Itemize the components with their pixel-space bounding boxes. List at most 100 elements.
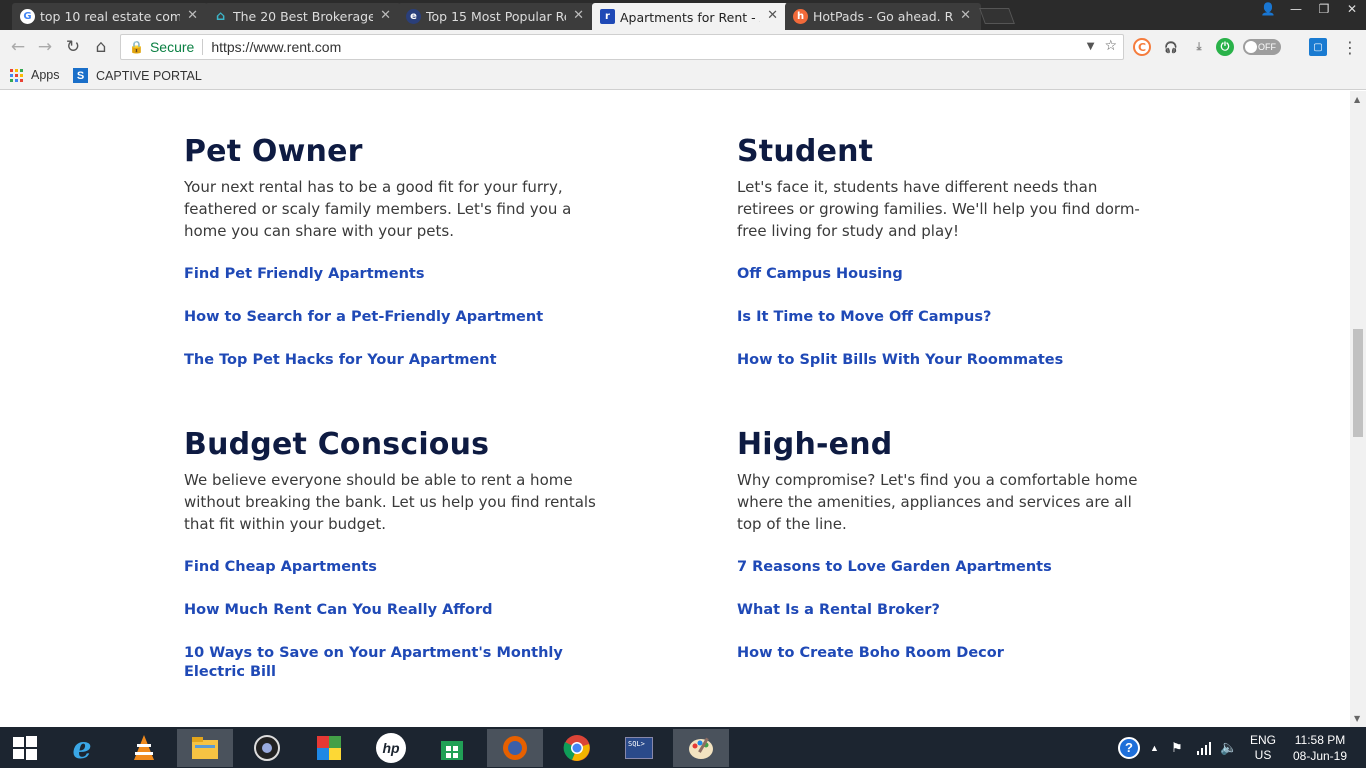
captive-portal-icon: S xyxy=(73,68,88,83)
section-description: We believe everyone should be able to re… xyxy=(184,471,596,533)
omnibox-actions: ▼ ☆ xyxy=(1087,38,1117,54)
minimize-button[interactable]: — xyxy=(1282,0,1310,18)
scroll-up-arrow-icon[interactable]: ▲ xyxy=(1354,95,1360,104)
reload-icon[interactable]: ↻ xyxy=(63,37,83,57)
tab-title: The 20 Best Brokerage ar xyxy=(233,9,373,24)
forward-arrow-icon[interactable]: → xyxy=(35,37,55,57)
profile-icon[interactable]: 👤 xyxy=(1254,0,1282,18)
vertical-scrollbar[interactable]: ▲ ▼ xyxy=(1350,91,1366,727)
link-search-pet-friendly[interactable]: How to Search for a Pet-Friendly Apartme… xyxy=(184,308,604,327)
section-title: Pet Owner xyxy=(184,134,363,169)
network-signal-icon[interactable] xyxy=(1196,727,1212,768)
tab-strip: G top 10 real estate compa ✕ ⌂ The 20 Be… xyxy=(0,0,1366,31)
off-toggle[interactable]: OFF xyxy=(1243,39,1281,55)
sql-terminal-icon[interactable]: SQL> xyxy=(611,729,667,767)
headphones-icon[interactable]: 🎧 xyxy=(1162,38,1180,56)
link-garden-apartments[interactable]: 7 Reasons to Love Garden Apartments xyxy=(737,558,1157,577)
bookmark-star-icon[interactable]: ☆ xyxy=(1104,38,1117,54)
extension-c-icon[interactable]: C xyxy=(1133,38,1151,56)
lock-icon: 🔒 xyxy=(129,40,144,54)
new-tab-button[interactable] xyxy=(979,8,1015,24)
link-boho-decor[interactable]: How to Create Boho Room Decor xyxy=(737,644,1157,663)
rent-r-icon: r xyxy=(600,9,615,24)
close-tab-icon[interactable]: ✕ xyxy=(573,8,584,23)
bookmarks-bar: Apps S CAPTIVE PORTAL xyxy=(0,64,1366,90)
tab-rent-active[interactable]: r Apartments for Rent - Ap ✕ xyxy=(592,3,788,31)
e-shield-icon: e xyxy=(406,9,421,24)
link-find-pet-friendly[interactable]: Find Pet Friendly Apartments xyxy=(184,265,604,284)
section-title: Student xyxy=(737,134,874,169)
link-save-electric[interactable]: 10 Ways to Save on Your Apartment's Mont… xyxy=(184,644,604,682)
tab-title: HotPads - Go ahead. Ren xyxy=(813,9,953,24)
link-rent-afford[interactable]: How Much Rent Can You Really Afford xyxy=(184,601,604,620)
tab-hotpads[interactable]: h HotPads - Go ahead. Ren ✕ xyxy=(785,3,981,30)
home-icon[interactable]: ⌂ xyxy=(91,37,111,57)
bookmark-captive-portal[interactable]: S CAPTIVE PORTAL xyxy=(73,68,202,83)
volume-icon[interactable]: 🔈 xyxy=(1220,727,1237,768)
section-high-end: High-end Why compromise? Let's find you … xyxy=(737,427,1177,663)
secure-label: Secure xyxy=(149,39,195,55)
clock[interactable]: 11:58 PM 08-Jun-19 xyxy=(1288,727,1352,768)
hp-icon[interactable]: hp xyxy=(363,729,419,767)
url-text[interactable]: https://www.rent.com xyxy=(211,39,341,55)
close-tab-icon[interactable]: ✕ xyxy=(187,8,198,23)
menu-kebab-icon[interactable]: ⋮ xyxy=(1340,37,1360,57)
omnibox-divider xyxy=(202,39,204,55)
google-icon: G xyxy=(20,9,35,24)
close-window-button[interactable]: ✕ xyxy=(1338,0,1366,18)
webcam-app-icon[interactable] xyxy=(239,729,295,767)
hotpads-icon: h xyxy=(793,9,808,24)
link-move-off-campus[interactable]: Is It Time to Move Off Campus? xyxy=(737,308,1157,327)
bookmark-apps[interactable]: Apps xyxy=(10,68,60,82)
close-tab-icon[interactable]: ✕ xyxy=(767,8,778,23)
language-indicator[interactable]: ENG US xyxy=(1250,727,1276,768)
address-bar[interactable]: 🔒 Secure https://www.rent.com ▼ ☆ xyxy=(120,34,1124,60)
section-pet-owner: Pet Owner Your next rental has to be a g… xyxy=(184,134,624,370)
tab-title: Apartments for Rent - Ap xyxy=(620,9,760,25)
tab-title: top 10 real estate compa xyxy=(40,9,180,24)
toggle-label: OFF xyxy=(1258,42,1276,52)
file-explorer-icon[interactable] xyxy=(177,729,233,767)
chrome-icon[interactable] xyxy=(549,729,605,767)
section-description: Your next rental has to be a good fit fo… xyxy=(184,178,572,240)
windows-start-icon[interactable] xyxy=(0,729,50,767)
firefox-icon[interactable] xyxy=(487,729,543,767)
internet-explorer-icon[interactable]: e xyxy=(54,729,110,767)
tab-popular[interactable]: e Top 15 Most Popular Rea ✕ xyxy=(398,3,594,30)
flag-icon[interactable]: ⚑ xyxy=(1171,727,1183,768)
power-green-icon[interactable]: ⏻ xyxy=(1216,38,1234,56)
dropdown-arrow-icon[interactable]: ▼ xyxy=(1087,41,1095,54)
window-extension-icon[interactable]: ▢ xyxy=(1309,38,1327,56)
download-icon[interactable]: ⤓ xyxy=(1190,38,1208,56)
colorful-app-icon[interactable] xyxy=(301,729,357,767)
link-pet-hacks[interactable]: The Top Pet Hacks for Your Apartment xyxy=(184,351,604,370)
page-content: Pet Owner Your next rental has to be a g… xyxy=(0,91,1350,727)
house-icon: ⌂ xyxy=(215,9,226,24)
link-find-cheap[interactable]: Find Cheap Apartments xyxy=(184,558,604,577)
scrollbar-thumb[interactable] xyxy=(1353,329,1363,437)
section-title: Budget Conscious xyxy=(184,427,490,462)
help-icon[interactable]: ? xyxy=(1118,727,1140,768)
close-tab-icon[interactable]: ✕ xyxy=(380,8,391,23)
link-split-bills[interactable]: How to Split Bills With Your Roommates xyxy=(737,351,1157,370)
browser-toolbar: ← → ↻ ⌂ 🔒 Secure https://www.rent.com ▼ … xyxy=(0,30,1366,64)
show-hidden-icons-icon[interactable]: ▲ xyxy=(1150,727,1159,768)
windows-store-icon[interactable] xyxy=(424,729,480,767)
bookmark-label: CAPTIVE PORTAL xyxy=(96,68,202,83)
section-description: Why compromise? Let's find you a comfort… xyxy=(737,471,1138,533)
region-code: US xyxy=(1254,747,1272,762)
tab-google-search[interactable]: G top 10 real estate compa ✕ xyxy=(12,3,208,30)
section-title: High-end xyxy=(737,427,893,462)
scroll-down-arrow-icon[interactable]: ▼ xyxy=(1354,714,1360,723)
link-off-campus-housing[interactable]: Off Campus Housing xyxy=(737,265,1157,284)
link-rental-broker[interactable]: What Is a Rental Broker? xyxy=(737,601,1157,620)
section-description: Let's face it, students have different n… xyxy=(737,178,1140,240)
vlc-icon[interactable] xyxy=(116,729,172,767)
restore-button[interactable]: ❐ xyxy=(1310,0,1338,18)
windows-taskbar: e hp SQL> ? ▲ ⚑ 🔈 ENG US 11:58 PM 08-Jun… xyxy=(0,727,1366,768)
tab-brokerage[interactable]: ⌂ The 20 Best Brokerage ar ✕ xyxy=(205,3,401,30)
clock-date: 08-Jun-19 xyxy=(1292,748,1348,763)
back-arrow-icon[interactable]: ← xyxy=(8,37,28,57)
close-tab-icon[interactable]: ✕ xyxy=(960,8,971,23)
paint-icon[interactable] xyxy=(673,729,729,767)
